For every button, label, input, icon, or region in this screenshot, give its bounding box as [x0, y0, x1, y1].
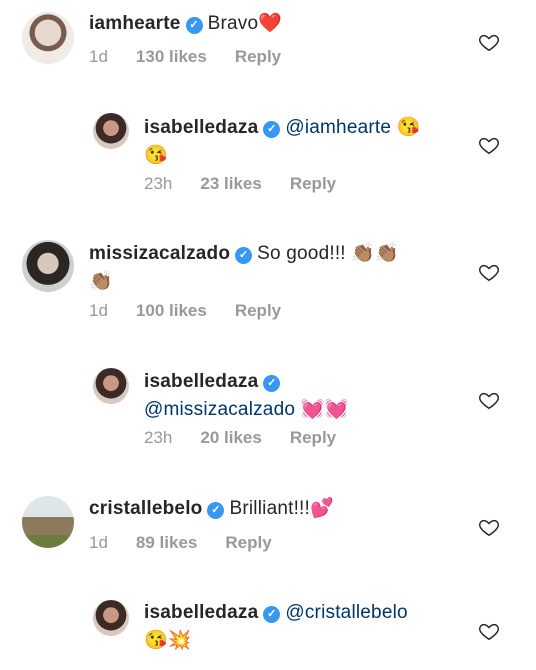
comment-username[interactable]: iamhearte [89, 13, 181, 34]
comment-time: 23h [144, 428, 173, 447]
verified-badge-icon: ✓ [207, 502, 225, 519]
heart-outline-icon[interactable] [478, 134, 500, 156]
heart-outline-icon[interactable] [478, 389, 500, 411]
clapping-emoji: 👏🏽👏🏽 [351, 243, 399, 264]
avatar[interactable] [22, 240, 74, 292]
comment-time: 1d [89, 301, 108, 320]
comment-time: 23h [144, 174, 173, 193]
avatar[interactable] [93, 368, 129, 404]
reply-button[interactable]: Reply [235, 47, 281, 66]
verified-badge-icon: ✓ [235, 247, 253, 264]
avatar[interactable] [22, 12, 74, 64]
reply-button[interactable]: Reply [290, 428, 336, 447]
avatar[interactable] [22, 496, 74, 548]
comment-username[interactable]: isabelledaza [144, 602, 258, 623]
comment-time: 1d [89, 47, 108, 66]
heart-outline-icon[interactable] [478, 261, 500, 283]
heart-pulse-emoji: 💓💓 [300, 399, 349, 420]
kiss-collision-emoji: 😘💥 [144, 630, 192, 651]
verified-badge-icon: ✓ [185, 17, 203, 34]
kiss-emoji: 😘 [396, 117, 421, 138]
heart-emoji: ❤️ [258, 13, 283, 34]
comment-likes[interactable]: 23 likes [200, 174, 261, 193]
heart-outline-icon[interactable] [478, 31, 500, 53]
comment-text: Brilliant!!! [229, 498, 311, 519]
comment-text: So good!!! [257, 243, 346, 264]
verified-badge-icon: ✓ [263, 375, 281, 392]
heart-outline-icon[interactable] [478, 516, 500, 538]
comment-username[interactable]: missizacalzado [89, 243, 230, 264]
kiss-emoji: 😘 [144, 145, 168, 166]
mention-link[interactable]: @cristallebelo [285, 602, 407, 623]
comment-username[interactable]: isabelledaza [144, 371, 258, 392]
clapping-emoji: 👏🏽 [89, 271, 113, 292]
two-hearts-emoji: 💕 [310, 498, 334, 519]
verified-badge-icon: ✓ [263, 121, 281, 138]
comment-likes[interactable]: 89 likes [136, 533, 197, 552]
reply-button[interactable]: Reply [235, 301, 281, 320]
avatar[interactable] [93, 600, 129, 636]
comment-likes[interactable]: 100 likes [136, 301, 207, 320]
comment-username[interactable]: isabelledaza [144, 117, 258, 138]
avatar[interactable] [93, 113, 129, 149]
comment-likes[interactable]: 130 likes [136, 47, 207, 66]
comment-likes[interactable]: 20 likes [200, 428, 261, 447]
mention-link[interactable]: @iamhearte [285, 117, 391, 138]
heart-outline-icon[interactable] [478, 620, 500, 642]
reply-button[interactable]: Reply [225, 533, 271, 552]
comment-time: 1d [89, 533, 108, 552]
mention-link[interactable]: @missizacalzado [144, 399, 295, 420]
verified-badge-icon: ✓ [263, 606, 281, 623]
comment-text: Bravo [207, 13, 259, 34]
reply-button[interactable]: Reply [290, 174, 336, 193]
comment-username[interactable]: cristallebelo [89, 498, 202, 519]
